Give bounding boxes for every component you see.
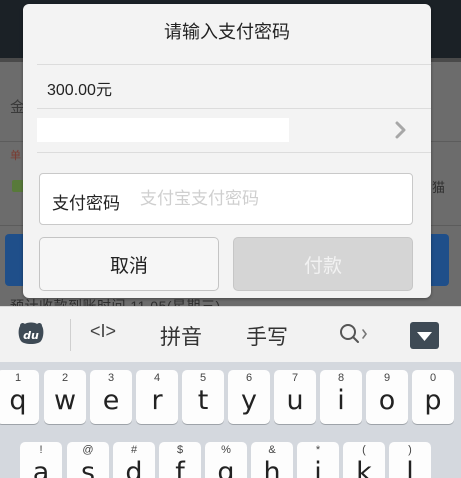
chevron-right-icon[interactable]	[391, 118, 411, 142]
key-letter: u	[286, 385, 304, 416]
key-j[interactable]: * j	[297, 442, 339, 478]
divider	[37, 152, 431, 153]
key-l[interactable]: ) l	[389, 442, 431, 478]
key-a[interactable]: ! a	[20, 442, 62, 478]
key-number-hint: 3	[107, 372, 115, 384]
key-s[interactable]: @ s	[67, 442, 109, 478]
key-letter: s	[80, 457, 96, 478]
payment-account-selector[interactable]	[37, 118, 289, 142]
keyboard-hide-icon[interactable]	[410, 322, 439, 349]
key-letter: w	[53, 385, 77, 416]
payment-amount: 300.00元	[47, 82, 112, 99]
key-number-hint: 0	[429, 372, 437, 384]
key-r[interactable]: 4r	[136, 370, 178, 424]
key-letter: t	[197, 385, 209, 416]
key-letter: q	[9, 385, 27, 416]
key-q[interactable]: 1q	[0, 370, 39, 424]
password-label: 支付密码	[52, 194, 120, 213]
key-symbol-hint: %	[221, 444, 231, 456]
key-letter: a	[32, 457, 50, 478]
key-u[interactable]: 7u	[274, 370, 316, 424]
key-number-hint: 6	[245, 372, 253, 384]
key-number-hint: 8	[337, 372, 345, 384]
key-number-hint: 9	[383, 372, 391, 384]
key-symbol-hint: $	[176, 444, 184, 456]
key-e[interactable]: 3e	[90, 370, 132, 424]
key-letter: h	[263, 457, 281, 478]
key-symbol-hint: )	[408, 444, 412, 456]
key-y[interactable]: 6y	[228, 370, 270, 424]
key-d[interactable]: # d	[113, 442, 155, 478]
key-letter: e	[102, 385, 120, 416]
divider	[37, 108, 431, 109]
key-w[interactable]: 2w	[44, 370, 86, 424]
soft-keyboard: 1q 2w 3e 4r 5t 6y 7u 8i 9o 0p ! a @ s # d $…	[0, 362, 461, 478]
key-letter: g	[217, 457, 235, 478]
key-letter: i	[337, 385, 345, 416]
key-letter: l	[406, 457, 414, 478]
key-symbol-hint: *	[315, 444, 321, 456]
key-f[interactable]: $ f	[159, 442, 201, 478]
key-symbol-hint: #	[130, 444, 138, 456]
pinyin-mode-button[interactable]: 拼音	[160, 321, 202, 351]
key-letter: p	[424, 385, 442, 416]
cancel-button[interactable]: 取消	[39, 237, 219, 291]
key-p[interactable]: 0p	[412, 370, 454, 424]
search-icon[interactable]	[338, 321, 368, 347]
handwriting-mode-button[interactable]: 手写	[246, 321, 288, 351]
du-logo-icon[interactable]: du	[16, 320, 46, 348]
key-letter: r	[151, 385, 163, 416]
divider	[37, 64, 431, 65]
payment-password-dialog: 请输入支付密码 300.00元 支付密码 取消 付款	[23, 4, 431, 298]
key-symbol-hint: (	[362, 444, 366, 456]
key-number-hint: 7	[291, 372, 299, 384]
key-letter: d	[125, 457, 143, 478]
password-field[interactable]: 支付密码	[39, 173, 413, 225]
password-input[interactable]	[140, 184, 400, 214]
key-g[interactable]: % g	[205, 442, 247, 478]
key-letter: o	[378, 385, 396, 416]
key-letter: j	[314, 457, 322, 478]
key-symbol-hint: !	[39, 444, 43, 456]
pay-button[interactable]: 付款	[233, 237, 413, 291]
key-symbol-hint: @	[82, 444, 94, 456]
key-number-hint: 4	[153, 372, 161, 384]
background-note-label: 单	[10, 150, 21, 162]
background-side-label: 猫	[432, 180, 446, 195]
key-number-hint: 2	[61, 372, 69, 384]
key-o[interactable]: 9o	[366, 370, 408, 424]
svg-text:du: du	[23, 329, 39, 342]
key-h[interactable]: & h	[251, 442, 293, 478]
key-i[interactable]: 8i	[320, 370, 362, 424]
cursor-move-button[interactable]: <I>	[90, 321, 116, 342]
key-t[interactable]: 5t	[182, 370, 224, 424]
keyboard-toolbar: du <I> 拼音 手写	[0, 306, 461, 362]
key-letter: f	[175, 457, 185, 478]
key-number-hint: 5	[199, 372, 207, 384]
key-letter: y	[241, 385, 257, 416]
dialog-title: 请输入支付密码	[164, 22, 290, 42]
key-number-hint: 1	[14, 372, 22, 384]
key-symbol-hint: &	[268, 444, 276, 456]
key-k[interactable]: (k	[343, 442, 385, 478]
key-letter: k	[356, 457, 372, 478]
toolbar-divider	[70, 319, 71, 351]
